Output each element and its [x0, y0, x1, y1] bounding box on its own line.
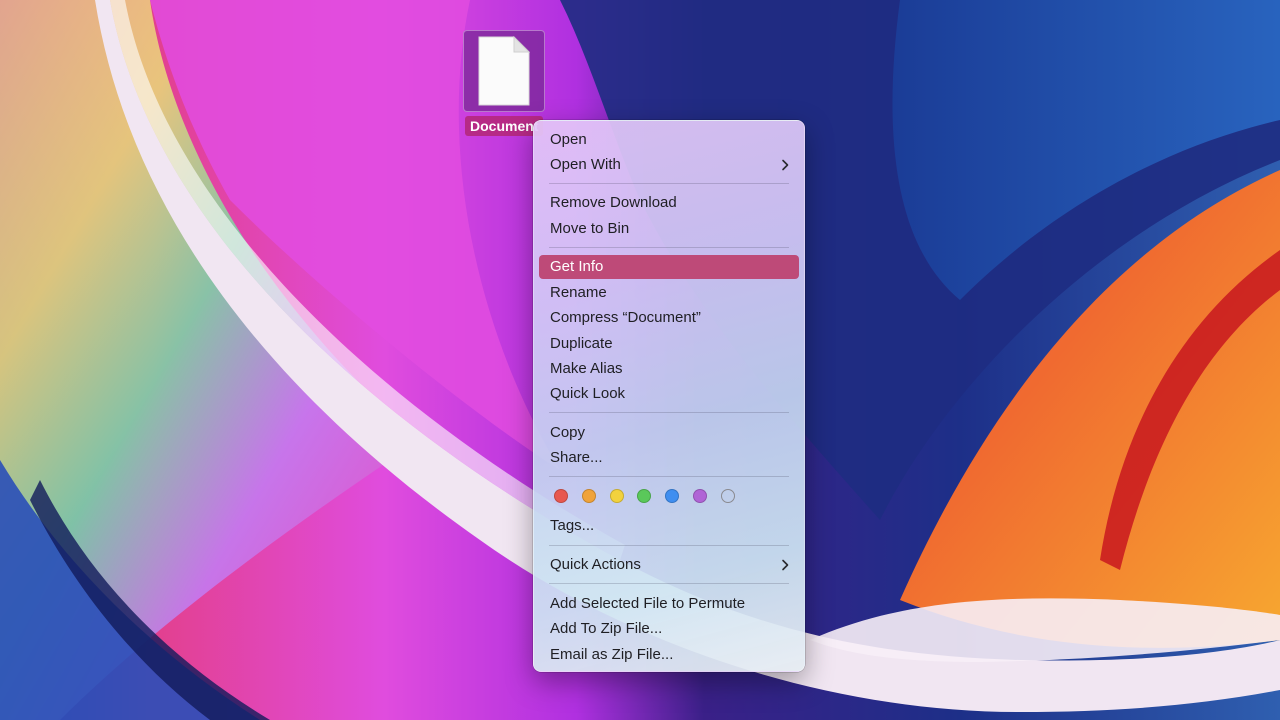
menu-separator [549, 545, 789, 546]
menu-item-get-info[interactable]: Get Info [539, 255, 799, 279]
tag-yellow-dot[interactable] [610, 489, 624, 503]
menu-item-open[interactable]: Open [539, 128, 799, 152]
menu-item-rename[interactable]: Rename [539, 281, 799, 305]
chevron-right-icon [782, 159, 789, 171]
tag-orange-dot[interactable] [582, 489, 596, 503]
context-menu: Open Open With Remove Download Move to B… [533, 120, 805, 672]
menu-item-add-to-permute[interactable]: Add Selected File to Permute [539, 592, 799, 616]
menu-item-tags[interactable]: Tags... [539, 514, 799, 538]
menu-item-quick-actions[interactable]: Quick Actions [539, 553, 799, 577]
menu-item-move-to-bin[interactable]: Move to Bin [539, 217, 799, 241]
menu-separator [549, 183, 789, 184]
menu-item-remove-download[interactable]: Remove Download [539, 191, 799, 215]
menu-item-open-with[interactable]: Open With [539, 153, 799, 177]
menu-item-compress[interactable]: Compress “Document” [539, 306, 799, 330]
menu-separator [549, 412, 789, 413]
menu-separator [549, 476, 789, 477]
menu-item-make-alias[interactable]: Make Alias [539, 357, 799, 381]
menu-item-duplicate[interactable]: Duplicate [539, 332, 799, 356]
tag-red-dot[interactable] [554, 489, 568, 503]
tag-none-dot[interactable] [721, 489, 735, 503]
menu-separator [549, 247, 789, 248]
menu-item-quick-look[interactable]: Quick Look [539, 382, 799, 406]
menu-item-add-to-zip[interactable]: Add To Zip File... [539, 617, 799, 641]
menu-item-email-as-zip[interactable]: Email as Zip File... [539, 643, 799, 667]
document-file-icon [478, 36, 530, 106]
menu-separator [549, 583, 789, 584]
tag-green-dot[interactable] [637, 489, 651, 503]
menu-item-share[interactable]: Share... [539, 446, 799, 470]
menu-item-copy[interactable]: Copy [539, 421, 799, 445]
chevron-right-icon [782, 559, 789, 571]
tag-blue-dot[interactable] [665, 489, 679, 503]
tag-purple-dot[interactable] [693, 489, 707, 503]
file-name-label[interactable]: Document [465, 116, 544, 136]
tag-color-row [554, 488, 754, 506]
